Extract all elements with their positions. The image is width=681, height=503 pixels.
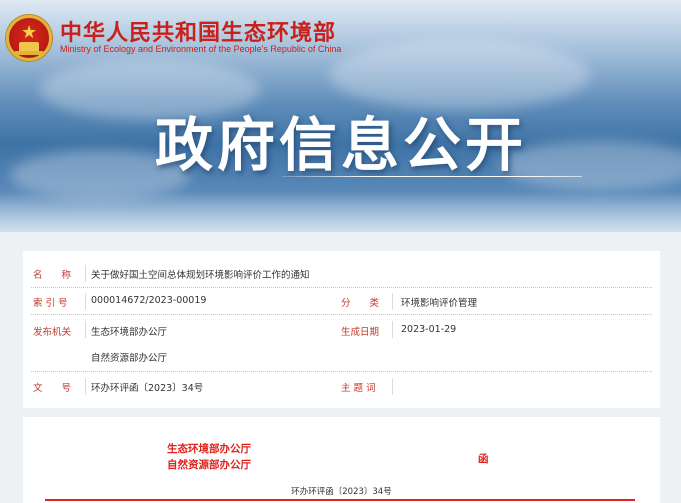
info-row-issuer: 发布机关 生态环境部办公厅 自然资源部办公厅 生成日期 2023-01-29 <box>31 315 652 372</box>
info-row-index: 索 引 号 000014672/2023-00019 分 类 环境影响评价管理 <box>31 288 652 315</box>
column-separator <box>85 293 86 310</box>
info-label-name: 名 称 <box>33 270 72 281</box>
column-separator <box>392 293 393 310</box>
header-banner: ★ 中华人民共和国生态环境部 Ministry of Ecology and E… <box>0 0 681 232</box>
info-row-name: 名 称 关于做好国土空间总体规划环境影响评价工作的通知 <box>31 259 652 288</box>
national-emblem-icon[interactable]: ★ <box>6 15 52 61</box>
info-value-docno: 环办环评函〔2023〕34号 <box>91 383 204 394</box>
info-label-docno: 文 号 <box>33 383 72 394</box>
doc-issuer-line-1: 生态环境部办公厅 <box>167 443 251 455</box>
doc-number: 环办环评函〔2023〕34号 <box>291 487 392 497</box>
info-value-issuer-2: 自然资源部办公厅 <box>91 353 168 364</box>
info-label-keywords: 主 题 词 <box>341 383 376 394</box>
info-label-date: 生成日期 <box>341 327 380 338</box>
star-icon: ★ <box>21 22 38 43</box>
info-value-index: 000014672/2023-00019 <box>91 295 207 306</box>
document-preview: 生态环境部办公厅 自然资源部办公厅 函 环办环评函〔2023〕34号 <box>23 417 660 503</box>
doc-red-rule <box>45 499 635 501</box>
info-label-index: 索 引 号 <box>33 298 68 309</box>
info-value-issuer-1: 生态环境部办公厅 <box>91 327 168 338</box>
doc-type-label: 函 <box>478 453 489 465</box>
column-separator <box>392 321 393 338</box>
info-label-issuer: 发布机关 <box>33 327 72 338</box>
banner-title: 政府信息公开 <box>155 111 528 179</box>
cloud-decoration <box>500 140 681 190</box>
info-value-date: 2023-01-29 <box>401 324 457 335</box>
column-separator <box>85 321 86 338</box>
info-row-docno: 文 号 环办环评函〔2023〕34号 主 题 词 <box>31 372 652 399</box>
banner-divider <box>282 176 582 177</box>
ministry-name-en[interactable]: Ministry of Ecology and Environment of t… <box>60 44 341 54</box>
column-separator <box>392 378 393 395</box>
column-separator <box>85 378 86 395</box>
gate-shape <box>19 42 39 51</box>
ministry-name-cn[interactable]: 中华人民共和国生态环境部 <box>60 15 336 47</box>
info-value-category: 环境影响评价管理 <box>401 298 478 309</box>
column-separator <box>85 265 86 282</box>
info-label-category: 分 类 <box>341 298 380 309</box>
base-shape <box>15 51 43 55</box>
info-table: 名 称 关于做好国土空间总体规划环境影响评价工作的通知 索 引 号 000014… <box>23 251 660 408</box>
doc-issuer-line-2: 自然资源部办公厅 <box>167 459 251 471</box>
banner-fade <box>0 192 681 232</box>
info-value-name: 关于做好国土空间总体规划环境影响评价工作的通知 <box>91 270 310 281</box>
